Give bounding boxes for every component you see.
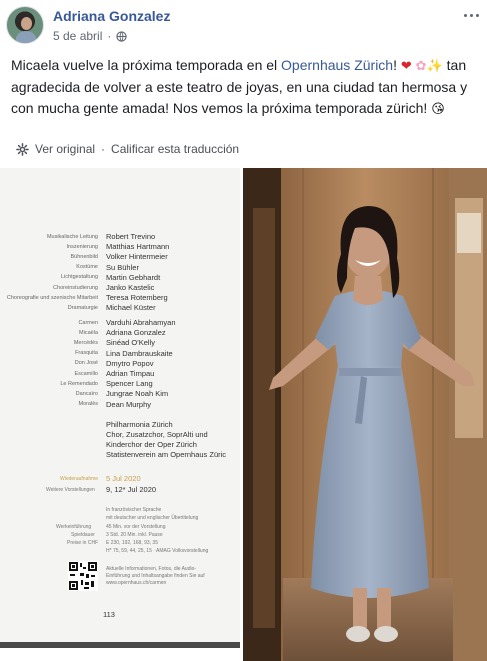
program-name: Martin Gebhardt xyxy=(106,272,161,282)
kiss-emoji-icon: 😘 xyxy=(431,102,445,117)
see-original-link[interactable]: Ver original xyxy=(35,142,95,156)
program-role: Musikalische Leitung xyxy=(46,233,98,240)
program-role: Lichtgestaltung xyxy=(61,274,98,281)
language-line-2: mit deutscher und englischer Übertitelun… xyxy=(106,515,199,521)
program-role: Bühnenbild xyxy=(70,253,98,260)
avatar[interactable] xyxy=(6,6,44,44)
rate-translation-link[interactable]: Calificar esta traducción xyxy=(111,142,239,156)
program-name: Volker Hintermeier xyxy=(106,252,168,262)
program-role: Le Remendado xyxy=(60,380,98,387)
program-name: Varduhi Abrahamyan xyxy=(106,318,176,327)
program-role: Escamillo xyxy=(74,370,98,377)
program-role: Dancaïro xyxy=(75,390,98,397)
program-ensemble-line: Kinderchor der Oper Zürich xyxy=(106,440,197,449)
program-role: Dramaturgie xyxy=(67,304,98,311)
intro-value: 45 Min. vor der Vorstellung xyxy=(106,524,166,530)
date-separator: · xyxy=(107,29,112,43)
post-date[interactable]: 5 de abril xyxy=(53,29,102,43)
more-performances-label: Weitere Vorstellungen xyxy=(46,487,95,493)
program-role: Frasquita xyxy=(75,350,98,357)
post-meta: 5 de abril · xyxy=(53,29,128,43)
program-name: Adrian Timpau xyxy=(106,369,155,378)
program-role: Micaëla xyxy=(79,329,98,336)
program-role: Don José xyxy=(74,360,98,367)
program-name: Sinéad O'Kelly xyxy=(106,338,155,348)
language-line-1: In französischer Sprache xyxy=(106,507,162,513)
program-ensemble-line: Philharmonia Zürich xyxy=(106,420,173,429)
info-line-1: Aktuelle Informationen, Fotos, die Audio… xyxy=(106,566,197,572)
opernhaus-link[interactable]: Opernhaus Zürich xyxy=(281,57,393,73)
page-number: 113 xyxy=(103,610,115,619)
more-options-icon[interactable] xyxy=(461,8,481,22)
program-ensemble-line: Statistenverein am Opernhaus Züric xyxy=(106,450,227,459)
more-performances-dates: 9, 12* Jul 2020 xyxy=(106,485,157,494)
post-text-part1: Micaela vuelve la próxima temporada en e… xyxy=(11,57,282,73)
photo-grid: Musikalische Leitung Robert Trevino Inszen… xyxy=(0,168,487,661)
intro-label: Werkeinführung xyxy=(56,524,92,530)
revival-date: 5 Jul 2020 xyxy=(106,474,141,483)
post-text: Micaela vuelve la próxima temporada en e… xyxy=(11,55,481,120)
blossom-emoji-icon: ✿ xyxy=(415,59,427,74)
author-name[interactable]: Adriana Gonzalez xyxy=(53,8,170,24)
translation-bar: Ver original · Calificar esta traducción xyxy=(16,140,239,158)
program-role: Carmen xyxy=(78,319,98,326)
program-name: Janko Kastelic xyxy=(106,283,155,292)
program-name: Lina Dambrauskaite xyxy=(106,348,173,358)
program-role: Moralès xyxy=(78,401,98,408)
post-header: Adriana Gonzalez 5 de abril · xyxy=(0,0,487,50)
info-line-3: www.opernhaus.ch/carmen xyxy=(106,580,167,586)
program-role: Kostüme xyxy=(76,264,98,271)
revival-label: Wiederaufnahme xyxy=(60,476,99,482)
program-page-photo[interactable]: Musikalische Leitung Robert Trevino Inszen… xyxy=(0,168,240,648)
gear-icon[interactable] xyxy=(16,142,29,156)
program-role: Choreografie und szenische Mitarbeit xyxy=(6,294,98,301)
duration-label: Spieldauer xyxy=(71,532,95,538)
program-name: Robert Trevino xyxy=(106,232,156,241)
price-value-2: H* 75, 59, 44, 25, 15 · AMAG Volksvorste… xyxy=(106,548,209,554)
program-role: Choreinstudierung xyxy=(53,284,98,291)
duration-value: 3 Std. 20 Min. inkl. Pause xyxy=(106,532,163,538)
program-name: Teresa Rotemberg xyxy=(106,293,168,303)
program-role: Inszenierung xyxy=(66,243,99,250)
program-name: Dean Murphy xyxy=(106,399,152,409)
program-name: Adriana Gonzalez xyxy=(106,328,166,338)
singer-photo-illustration xyxy=(243,168,487,661)
price-label: Preise in CHF xyxy=(67,540,99,546)
program-name: Jungrae Noah Kim xyxy=(106,389,169,399)
globe-icon[interactable] xyxy=(116,30,128,42)
qr-code xyxy=(68,561,98,591)
program-ensemble-line: Chor, Zusatzchor, SoprAlti und xyxy=(106,430,208,439)
program-name: Michael Küster xyxy=(106,303,156,313)
program-name: Dmytro Popov xyxy=(106,358,154,368)
price-value-1: E 230, 192, 168, 93, 35 xyxy=(106,540,158,546)
info-line-2: Einführung und Inhaltsangabe finden Sie … xyxy=(106,573,205,579)
singer-photo[interactable] xyxy=(243,168,487,661)
post-text-part2: ! xyxy=(393,57,401,73)
sparkles-emoji-icon: ✨ xyxy=(426,59,443,74)
program-name: Matthias Hartmann xyxy=(106,242,170,252)
program-name: Spencer Lang xyxy=(106,379,153,389)
program-role: Mercédès xyxy=(73,339,98,346)
program-name: Su Bühler xyxy=(106,262,139,272)
translation-separator: · xyxy=(101,142,106,156)
heart-emoji-icon: ❤ xyxy=(400,59,412,74)
